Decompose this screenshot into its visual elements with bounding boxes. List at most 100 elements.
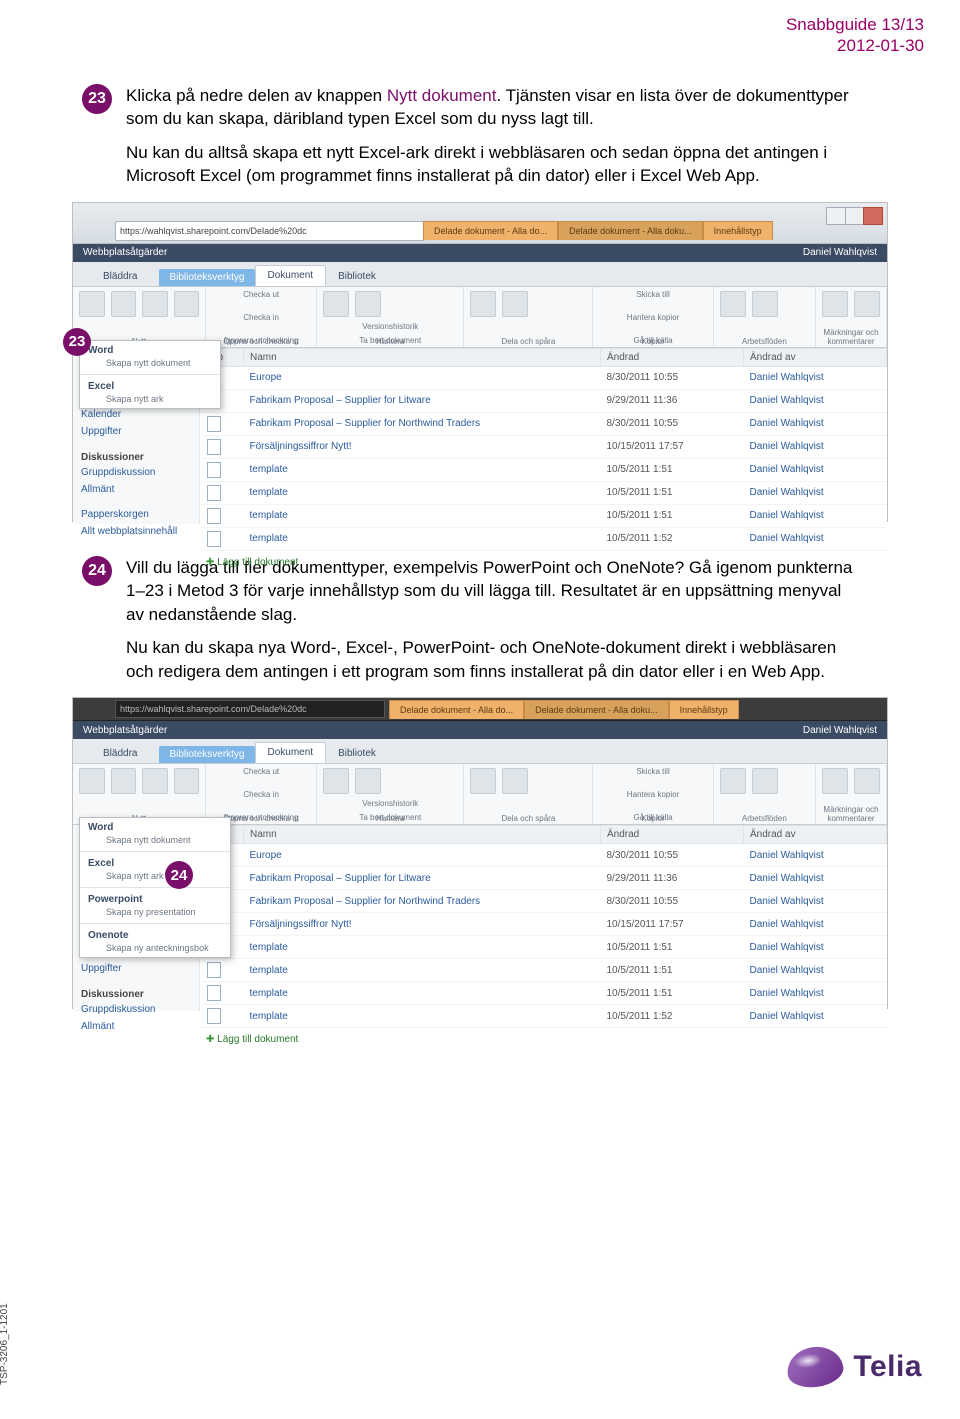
col-author[interactable]: Ändrad av: [744, 348, 887, 366]
new-doc-icon[interactable]: [79, 291, 105, 317]
doc-author[interactable]: Daniel Wahlqvist: [744, 504, 887, 527]
folder-icon[interactable]: [142, 768, 168, 794]
doc-author[interactable]: Daniel Wahlqvist: [744, 844, 887, 867]
like-icon[interactable]: [822, 291, 848, 317]
managecopies-label[interactable]: Hantera kopior: [599, 791, 706, 799]
dd-word[interactable]: Word: [80, 818, 230, 835]
edit-icon[interactable]: [174, 768, 200, 794]
view-icon[interactable]: [323, 291, 349, 317]
add-document-link[interactable]: Lägg till dokument: [200, 1028, 887, 1051]
publish-icon[interactable]: [752, 291, 778, 317]
table-row[interactable]: template10/5/2011 1:51Daniel Wahlqvist: [201, 982, 887, 1005]
doc-name[interactable]: template: [244, 504, 601, 527]
doc-author[interactable]: Daniel Wahlqvist: [744, 458, 887, 481]
doc-name[interactable]: template: [244, 982, 601, 1005]
table-row[interactable]: Försäljningssiffror Nytt!10/15/2011 17:5…: [201, 913, 887, 936]
dd-ppt[interactable]: Powerpoint: [80, 890, 230, 907]
checkout-label[interactable]: Checka ut: [212, 768, 310, 776]
version-label[interactable]: Versionshistorik: [323, 323, 457, 331]
new-doc-icon[interactable]: [79, 768, 105, 794]
managecopies-label[interactable]: Hantera kopior: [599, 314, 706, 322]
address-bar[interactable]: https://wahlqvist.sharepoint.com/Delade%…: [115, 221, 425, 241]
doc-author[interactable]: Daniel Wahlqvist: [744, 936, 887, 959]
browser-tab[interactable]: Innehållstyp: [669, 700, 739, 719]
view-icon[interactable]: [323, 768, 349, 794]
doc-name[interactable]: template: [244, 458, 601, 481]
sidebar-general[interactable]: Allmänt: [79, 1018, 199, 1035]
doc-name[interactable]: Fabrikam Proposal – Supplier for Litware: [244, 389, 601, 412]
checkout-label[interactable]: Checka ut: [212, 291, 310, 299]
tab-document[interactable]: Dokument: [255, 742, 327, 763]
window-controls[interactable]: [827, 207, 883, 225]
tab-library[interactable]: Bibliotek: [326, 267, 388, 286]
table-row[interactable]: Europe8/30/2011 10:55Daniel Wahlqvist: [201, 366, 887, 389]
tags-icon[interactable]: [854, 768, 880, 794]
sendto-label[interactable]: Skicka till: [599, 291, 706, 299]
doc-name[interactable]: Europe: [244, 844, 601, 867]
table-row[interactable]: Fabrikam Proposal – Supplier for Northwi…: [201, 890, 887, 913]
workflow-icon[interactable]: [720, 768, 746, 794]
table-row[interactable]: Fabrikam Proposal – Supplier for Litware…: [201, 867, 887, 890]
email-icon[interactable]: [470, 291, 496, 317]
table-row[interactable]: template10/5/2011 1:51Daniel Wahlqvist: [201, 959, 887, 982]
sidebar-allcontent[interactable]: Allt webbplatsinnehåll: [79, 523, 199, 540]
table-row[interactable]: Försäljningssiffror Nytt!10/15/2011 17:5…: [201, 435, 887, 458]
table-row[interactable]: template10/5/2011 1:51Daniel Wahlqvist: [201, 936, 887, 959]
doc-author[interactable]: Daniel Wahlqvist: [744, 412, 887, 435]
col-modified[interactable]: Ändrad: [601, 348, 744, 366]
doc-name[interactable]: template: [244, 959, 601, 982]
like-icon[interactable]: [822, 768, 848, 794]
doc-author[interactable]: Daniel Wahlqvist: [744, 890, 887, 913]
table-row[interactable]: template10/5/2011 1:52Daniel Wahlqvist: [201, 527, 887, 550]
table-row[interactable]: Fabrikam Proposal – Supplier for Litware…: [201, 389, 887, 412]
add-document-link[interactable]: Lägg till dokument: [200, 551, 887, 574]
sendto-label[interactable]: Skicka till: [599, 768, 706, 776]
doc-author[interactable]: Daniel Wahlqvist: [744, 435, 887, 458]
tab-context[interactable]: Biblioteksverktyg: [159, 269, 254, 286]
browser-tabs[interactable]: Delade dokument - Alla do... Delade doku…: [423, 221, 773, 239]
doc-name[interactable]: template: [244, 1005, 601, 1028]
dd-excel[interactable]: Excel: [80, 854, 230, 871]
table-row[interactable]: template10/5/2011 1:51Daniel Wahlqvist: [201, 481, 887, 504]
col-name[interactable]: Namn: [244, 348, 601, 366]
dd-one[interactable]: Onenote: [80, 926, 230, 943]
editprops-icon[interactable]: [355, 768, 381, 794]
workflow-icon[interactable]: [720, 291, 746, 317]
doc-name[interactable]: Fabrikam Proposal – Supplier for Litware: [244, 867, 601, 890]
sidebar-discussions[interactable]: Diskussioner: [79, 448, 199, 464]
folder-icon[interactable]: [142, 291, 168, 317]
user-name[interactable]: Daniel Wahlqvist: [803, 247, 877, 258]
new-doc-dropdown[interactable]: Word Skapa nytt dokument Excel Skapa nyt…: [79, 340, 221, 409]
tab-browse[interactable]: Bläddra: [91, 744, 149, 763]
site-actions[interactable]: Webbplatsåtgärder: [83, 725, 167, 736]
doc-author[interactable]: Daniel Wahlqvist: [744, 867, 887, 890]
tab-library[interactable]: Bibliotek: [326, 744, 388, 763]
col-author[interactable]: Ändrad av: [744, 826, 887, 844]
email-icon[interactable]: [470, 768, 496, 794]
sidebar-tasks[interactable]: Uppgifter: [79, 423, 199, 440]
doc-name[interactable]: Fabrikam Proposal – Supplier for Northwi…: [244, 890, 601, 913]
table-row[interactable]: template10/5/2011 1:51Daniel Wahlqvist: [201, 504, 887, 527]
edit-icon[interactable]: [174, 291, 200, 317]
doc-author[interactable]: Daniel Wahlqvist: [744, 1005, 887, 1028]
doc-name[interactable]: Försäljningssiffror Nytt!: [244, 435, 601, 458]
doc-author[interactable]: Daniel Wahlqvist: [744, 481, 887, 504]
doc-name[interactable]: Fabrikam Proposal – Supplier for Northwi…: [244, 412, 601, 435]
sidebar-tasks[interactable]: Uppgifter: [79, 960, 199, 977]
new-doc-dropdown-full[interactable]: Word Skapa nytt dokument Excel Skapa nyt…: [79, 817, 231, 958]
tab-document[interactable]: Dokument: [255, 265, 327, 286]
user-name[interactable]: Daniel Wahlqvist: [803, 725, 877, 736]
version-label[interactable]: Versionshistorik: [323, 800, 457, 808]
doc-author[interactable]: Daniel Wahlqvist: [744, 982, 887, 1005]
browser-tab[interactable]: Delade dokument - Alla doku...: [558, 221, 703, 240]
sidebar-group[interactable]: Gruppdiskussion: [79, 464, 199, 481]
alert-icon[interactable]: [502, 768, 528, 794]
col-modified[interactable]: Ändrad: [601, 826, 744, 844]
doc-name[interactable]: template: [244, 936, 601, 959]
tab-browse[interactable]: Bläddra: [91, 267, 149, 286]
checkin-label[interactable]: Checka in: [212, 314, 310, 322]
col-name[interactable]: Namn: [244, 826, 601, 844]
alert-icon[interactable]: [502, 291, 528, 317]
address-bar[interactable]: https://wahlqvist.sharepoint.com/Delade%…: [115, 700, 385, 718]
sidebar-group[interactable]: Gruppdiskussion: [79, 1001, 199, 1018]
